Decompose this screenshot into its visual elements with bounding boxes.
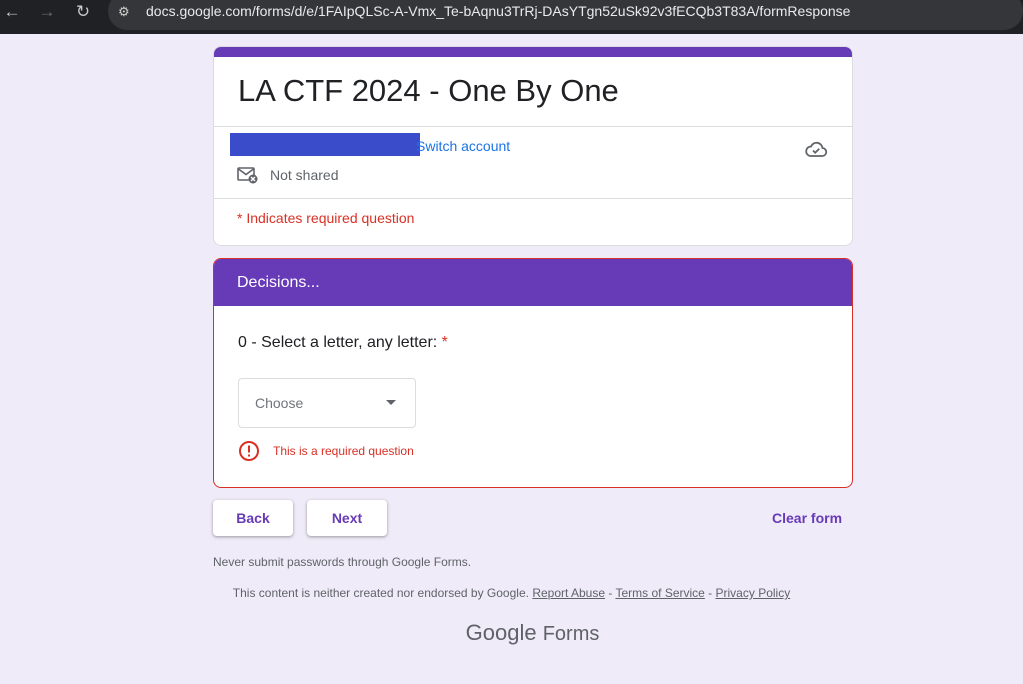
error-message: This is a required question — [273, 444, 414, 458]
question-text: 0 - Select a letter, any letter: — [238, 334, 438, 351]
form-header-card: LA CTF 2024 - One By One Switch account … — [213, 46, 853, 246]
error-icon — [239, 441, 259, 461]
legal-text: This content is neither created nor endo… — [232, 586, 529, 600]
required-note: * Indicates required question — [237, 210, 415, 226]
separator: - — [704, 586, 716, 600]
dropdown-arrow-icon — [386, 400, 396, 405]
required-star: * — [441, 334, 448, 351]
form-title: LA CTF 2024 - One By One — [238, 73, 619, 108]
forward-arrow-icon[interactable]: → — [35, 0, 59, 24]
terms-link[interactable]: Terms of Service — [615, 586, 704, 600]
report-abuse-link[interactable]: Report Abuse — [532, 586, 605, 600]
legal-footer: This content is neither created nor endo… — [0, 586, 1023, 600]
google-forms-logo[interactable]: Google Forms — [0, 620, 1023, 646]
password-warning: Never submit passwords through Google Fo… — [213, 555, 472, 569]
redacted-account-email — [230, 133, 420, 156]
next-button[interactable]: Next — [307, 500, 387, 536]
back-button[interactable]: Back — [213, 500, 293, 536]
question-section-card: Decisions... 0 - Select a letter, any le… — [213, 258, 853, 488]
dropdown-value: Choose — [255, 395, 304, 411]
section-title: Decisions... — [237, 274, 320, 291]
not-shared-label: Not shared — [270, 167, 339, 183]
address-bar[interactable]: ⚙ docs.google.com/forms/d/e/1FAIpQLSc-A-… — [108, 0, 1023, 30]
divider — [214, 198, 852, 199]
clear-form-button[interactable]: Clear form — [772, 510, 842, 526]
separator: - — [605, 586, 616, 600]
brand-forms: Forms — [542, 623, 600, 645]
switch-account-link[interactable]: Switch account — [416, 138, 510, 154]
question-label: 0 - Select a letter, any letter: * — [238, 334, 448, 352]
mail-not-shared-icon — [237, 167, 258, 184]
url-text[interactable]: docs.google.com/forms/d/e/1FAIpQLSc-A-Vm… — [146, 3, 850, 19]
header-accent-bar — [214, 47, 852, 57]
reload-icon[interactable]: ↻ — [71, 0, 95, 24]
brand-google: Google — [465, 620, 537, 645]
browser-toolbar: ← → ↻ ⚙ docs.google.com/forms/d/e/1FAIpQ… — [0, 0, 1023, 34]
cloud-saved-icon — [805, 141, 828, 157]
divider — [214, 126, 852, 127]
letter-dropdown[interactable]: Choose — [238, 378, 416, 428]
section-header: Decisions... — [214, 259, 852, 306]
privacy-link[interactable]: Privacy Policy — [716, 586, 791, 600]
site-info-icon[interactable]: ⚙ — [118, 4, 134, 20]
back-arrow-icon[interactable]: ← — [0, 0, 24, 24]
